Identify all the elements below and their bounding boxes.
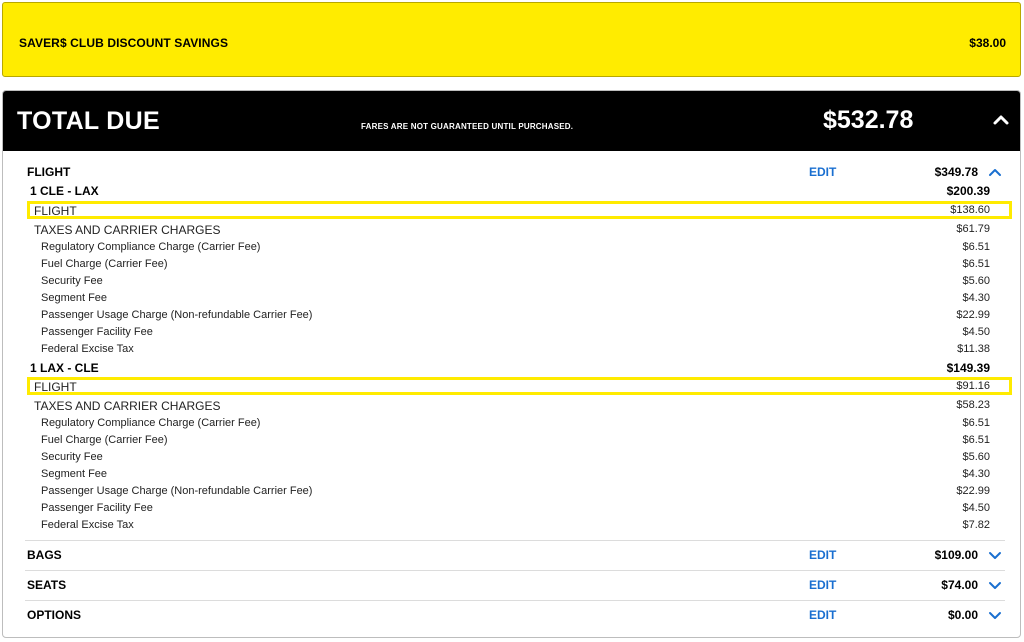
seats-section-amount: $74.00 bbox=[941, 578, 978, 592]
fare-amount: $91.16 bbox=[956, 380, 990, 392]
fee-label: Fuel Charge (Carrier Fee) bbox=[41, 258, 168, 270]
fare-guarantee-note: FARES ARE NOT GUARANTEED UNTIL PURCHASED… bbox=[361, 122, 574, 131]
fee-label: Fuel Charge (Carrier Fee) bbox=[41, 434, 168, 446]
savers-club-label: SAVER$ CLUB DISCOUNT SAVINGS bbox=[19, 36, 229, 50]
fee-label: Segment Fee bbox=[41, 292, 108, 304]
seats-section-label: SEATS bbox=[27, 578, 67, 592]
flight-section-label: FLIGHT bbox=[27, 165, 71, 179]
fee-label: Passenger Facility Fee bbox=[41, 326, 153, 338]
taxes-label: TAXES AND CARRIER CHARGES bbox=[34, 399, 221, 413]
fee-amount: $4.30 bbox=[962, 292, 990, 304]
fee-label: Segment Fee bbox=[41, 468, 108, 480]
fee-amount: $4.50 bbox=[962, 502, 990, 514]
fare-amount: $138.60 bbox=[950, 204, 990, 216]
fee-amount: $5.60 bbox=[962, 451, 990, 463]
bags-edit-link[interactable]: EDIT bbox=[809, 548, 836, 562]
flight-edit-link[interactable]: EDIT bbox=[809, 165, 836, 179]
fee-label: Security Fee bbox=[41, 275, 103, 287]
bags-section-amount: $109.00 bbox=[934, 548, 978, 562]
taxes-amount: $61.79 bbox=[956, 223, 990, 235]
total-due-panel: TOTAL DUE FARES ARE NOT GUARANTEED UNTIL… bbox=[2, 90, 1021, 638]
options-section-amount: $0.00 bbox=[947, 608, 978, 622]
fee-amount: $22.99 bbox=[956, 309, 990, 321]
fee-label: Regulatory Compliance Charge (Carrier Fe… bbox=[41, 241, 261, 253]
fee-label: Regulatory Compliance Charge (Carrier Fe… bbox=[41, 417, 261, 429]
chevron-up-icon[interactable] bbox=[991, 110, 1011, 130]
total-due-title: TOTAL DUE bbox=[17, 107, 160, 135]
leg-route: 1 LAX - CLE bbox=[30, 361, 99, 375]
fee-amount: $5.60 bbox=[962, 275, 990, 287]
fee-label: Passenger Facility Fee bbox=[41, 502, 153, 514]
fee-amount: $7.82 bbox=[962, 519, 990, 531]
highlight-box bbox=[27, 377, 1012, 395]
fee-amount: $11.38 bbox=[957, 343, 990, 355]
fee-amount: $4.30 bbox=[962, 468, 990, 480]
savers-club-amount: $38.00 bbox=[969, 36, 1006, 50]
seats-edit-link[interactable]: EDIT bbox=[809, 578, 836, 592]
chevron-down-icon[interactable] bbox=[987, 577, 1003, 593]
fare-label: FLIGHT bbox=[34, 380, 77, 394]
leg-route: 1 CLE - LAX bbox=[30, 184, 99, 198]
total-due-header: TOTAL DUE FARES ARE NOT GUARANTEED UNTIL… bbox=[3, 91, 1020, 151]
fee-amount: $6.51 bbox=[962, 434, 990, 446]
total-due-amount: $532.78 bbox=[823, 106, 914, 134]
fee-amount: $6.51 bbox=[962, 417, 990, 429]
fee-amount: $22.99 bbox=[956, 485, 990, 497]
section-divider bbox=[25, 600, 1005, 601]
highlight-box bbox=[27, 201, 1012, 219]
chevron-down-icon[interactable] bbox=[987, 607, 1003, 623]
fee-label: Federal Excise Tax bbox=[41, 519, 134, 531]
fee-label: Federal Excise Tax bbox=[41, 343, 134, 355]
fee-amount: $6.51 bbox=[962, 241, 990, 253]
leg-amount: $149.39 bbox=[946, 361, 990, 375]
fee-label: Security Fee bbox=[41, 451, 103, 463]
fee-amount: $4.50 bbox=[962, 326, 990, 338]
options-section-label: OPTIONS bbox=[27, 608, 82, 622]
fee-label: Passenger Usage Charge (Non-refundable C… bbox=[41, 309, 313, 321]
leg-amount: $200.39 bbox=[946, 184, 990, 198]
fee-amount: $6.51 bbox=[962, 258, 990, 270]
taxes-amount: $58.23 bbox=[956, 399, 990, 411]
taxes-label: TAXES AND CARRIER CHARGES bbox=[34, 223, 221, 237]
chevron-down-icon[interactable] bbox=[987, 547, 1003, 563]
bags-section-label: BAGS bbox=[27, 548, 62, 562]
savers-club-banner: SAVER$ CLUB DISCOUNT SAVINGS $38.00 bbox=[2, 2, 1021, 77]
flight-section-amount: $349.78 bbox=[934, 165, 978, 179]
fare-label: FLIGHT bbox=[34, 204, 77, 218]
fee-label: Passenger Usage Charge (Non-refundable C… bbox=[41, 485, 313, 497]
section-divider bbox=[25, 570, 1005, 571]
section-divider bbox=[25, 540, 1005, 541]
options-edit-link[interactable]: EDIT bbox=[809, 608, 836, 622]
chevron-up-icon[interactable] bbox=[987, 164, 1003, 180]
